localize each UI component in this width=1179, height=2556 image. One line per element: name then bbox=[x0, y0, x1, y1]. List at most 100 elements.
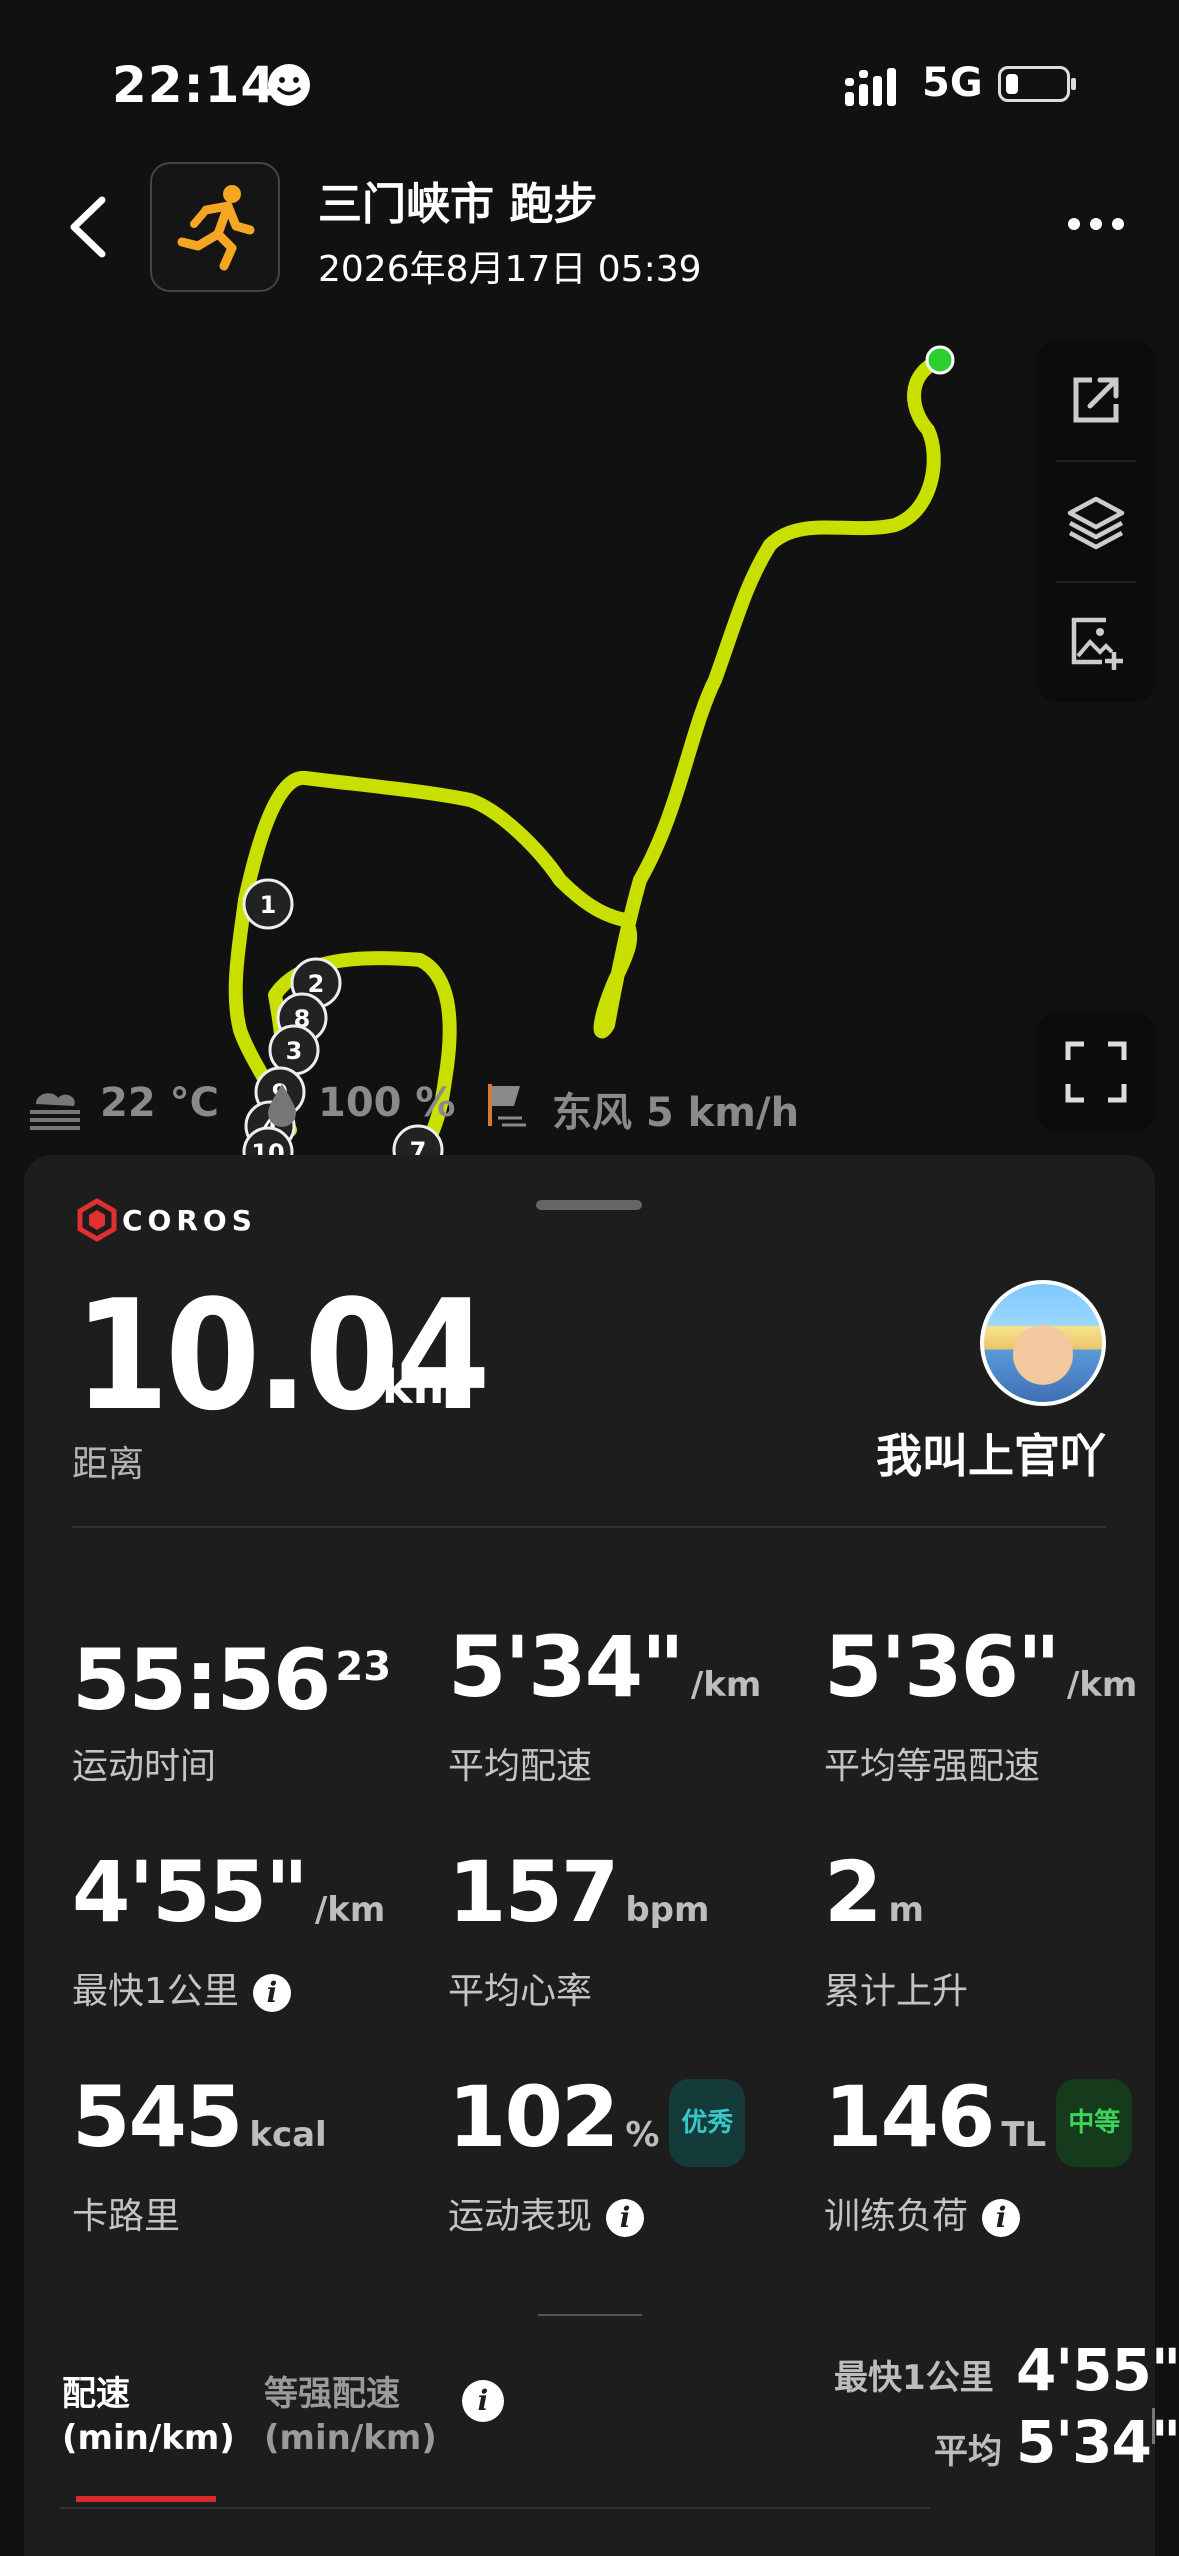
metric-label-text: 平均等强配速 bbox=[824, 1746, 1041, 1787]
metric-unit: TL bbox=[1001, 2115, 1047, 2155]
metric-number: 146 bbox=[824, 2068, 995, 2166]
scroll-indicator[interactable] bbox=[1152, 2408, 1165, 2444]
running-icon bbox=[177, 185, 255, 271]
metric-label-text: 运动时间 bbox=[72, 1746, 217, 1787]
active-tab-indicator bbox=[76, 2496, 216, 2502]
route-start-marker bbox=[925, 345, 955, 375]
metric-number: 2 bbox=[824, 1843, 882, 1941]
metric-value: 2m bbox=[824, 1850, 924, 1952]
metric-number: 5'36" bbox=[824, 1618, 1061, 1716]
metric-value: 5'34"/km bbox=[448, 1625, 761, 1727]
tab-pace[interactable]: 配速 (min/km) bbox=[62, 2372, 235, 2460]
status-time: 22:14 bbox=[112, 56, 277, 114]
metric-unit: % bbox=[625, 2115, 660, 2155]
metric-label: 训练负荷 i bbox=[824, 2187, 1021, 2239]
layers-icon bbox=[1067, 496, 1125, 550]
metric-label: 卡路里 bbox=[72, 2187, 180, 2239]
metric-unit: bpm bbox=[625, 1890, 710, 1930]
metric-label-text: 最快1公里 bbox=[72, 1971, 239, 2012]
rating-badge: 优秀 bbox=[669, 2079, 746, 2168]
pace-info-button[interactable]: i bbox=[462, 2380, 504, 2422]
info-icon: i bbox=[462, 2380, 504, 2422]
wind-icon bbox=[484, 1080, 532, 1134]
metric-label-text: 训练负荷 bbox=[824, 2196, 969, 2237]
metric-label-text: 卡路里 bbox=[72, 2196, 181, 2237]
fastest-km-label: 最快1公里 bbox=[834, 2358, 994, 2398]
metric-number: 102 bbox=[448, 2068, 619, 2166]
metric-label: 平均配速 bbox=[448, 1737, 592, 1789]
route-map[interactable]: 128394107 bbox=[0, 300, 1179, 1160]
tab-pace-unit: (min/km) bbox=[62, 2418, 235, 2458]
map-tools-panel bbox=[1036, 340, 1156, 702]
sheet-drag-handle[interactable] bbox=[536, 1200, 642, 1210]
distance-unit: km bbox=[382, 1360, 461, 1414]
km-marker-label: 2 bbox=[308, 970, 325, 998]
activity-datetime: 2026年8月17日 05:39 bbox=[318, 249, 702, 290]
metric-value: 102% 优秀 bbox=[448, 2075, 746, 2177]
metric-value: 55:56 23 bbox=[72, 1625, 391, 1722]
wind: 东风 5 km/h bbox=[552, 1090, 800, 1136]
share-icon bbox=[1073, 377, 1119, 423]
focus-smile-icon bbox=[268, 64, 310, 106]
metric-label-text: 运动表现 bbox=[448, 2196, 593, 2237]
average-pace-label: 平均 bbox=[934, 2432, 1002, 2472]
metric-label-text: 平均配速 bbox=[448, 1746, 593, 1787]
km-marker-label: 1 bbox=[260, 891, 277, 919]
activity-type-tile bbox=[150, 162, 280, 292]
fastest-km-value: 4'55" bbox=[1016, 2336, 1179, 2404]
metric-unit: kcal bbox=[249, 2115, 327, 2155]
humidity: 100 % bbox=[318, 1080, 456, 1126]
metric-centiseconds: 23 bbox=[335, 1644, 392, 1690]
tab-grade-adjusted-pace[interactable]: 等强配速 (min/km) bbox=[264, 2372, 437, 2460]
metric-label: 累计上升 bbox=[824, 1962, 968, 2014]
divider bbox=[72, 1526, 1106, 1528]
metric-label: 运动表现 i bbox=[448, 2187, 645, 2239]
brand-name: COROS bbox=[122, 1204, 257, 1237]
tab-pace-title: 配速 bbox=[62, 2374, 130, 2414]
chevron-left-icon bbox=[70, 196, 106, 258]
network-type: 5G bbox=[922, 60, 983, 106]
info-icon[interactable]: i bbox=[606, 2199, 645, 2237]
fullscreen-button[interactable] bbox=[1036, 1012, 1156, 1132]
more-horizontal-icon bbox=[1068, 218, 1124, 230]
rating-badge: 中等 bbox=[1056, 2079, 1133, 2168]
share-button[interactable] bbox=[1036, 340, 1156, 460]
add-photo-button[interactable] bbox=[1036, 582, 1156, 702]
metric-number: 55:56 bbox=[72, 1631, 331, 1729]
km-marker[interactable]: 1 bbox=[242, 878, 294, 930]
metric-unit: m bbox=[888, 1890, 924, 1930]
distance-label: 距离 bbox=[72, 1444, 145, 1485]
metric-label: 最快1公里 i bbox=[72, 1962, 291, 2014]
info-icon[interactable]: i bbox=[982, 2199, 1021, 2237]
metric-value: 4'55"/km bbox=[72, 1850, 385, 1952]
metric-unit: /km bbox=[690, 1665, 762, 1705]
tab-baseline bbox=[60, 2507, 930, 2509]
metric-number: 4'55" bbox=[72, 1843, 309, 1941]
metric-label-text: 平均心率 bbox=[448, 1971, 593, 2012]
tab-gap-title: 等强配速 bbox=[264, 2374, 400, 2414]
km-marker-label: 3 bbox=[286, 1037, 303, 1065]
metric-label: 平均等强配速 bbox=[824, 1737, 1040, 1789]
activity-title: 三门峡市 跑步 bbox=[318, 179, 598, 230]
metric-number: 157 bbox=[448, 1843, 619, 1941]
info-icon[interactable]: i bbox=[252, 1974, 291, 2012]
avatar[interactable] bbox=[980, 1280, 1106, 1406]
coros-logo-icon bbox=[76, 1198, 118, 1246]
metric-label-text: 累计上升 bbox=[824, 1971, 969, 2012]
username[interactable]: 我叫上官吖 bbox=[840, 1420, 1106, 1486]
more-button[interactable] bbox=[1066, 214, 1126, 238]
cloud-icon bbox=[28, 1082, 82, 1134]
battery-icon bbox=[998, 66, 1076, 102]
map-layers-button[interactable] bbox=[1036, 461, 1156, 581]
metric-number: 545 bbox=[72, 2068, 243, 2166]
add-image-icon bbox=[1071, 617, 1123, 670]
fullscreen-icon bbox=[1065, 1041, 1127, 1103]
metric-unit: /km bbox=[314, 1890, 386, 1930]
metric-unit: /km bbox=[1066, 1665, 1138, 1705]
back-button[interactable] bbox=[60, 192, 120, 262]
route-line bbox=[228, 353, 947, 1160]
metric-value: 157 bpm bbox=[448, 1850, 709, 1952]
metric-value: 146 TL 中等 bbox=[824, 2075, 1133, 2177]
metric-label: 运动时间 bbox=[72, 1737, 216, 1789]
tab-gap-unit: (min/km) bbox=[264, 2418, 437, 2458]
